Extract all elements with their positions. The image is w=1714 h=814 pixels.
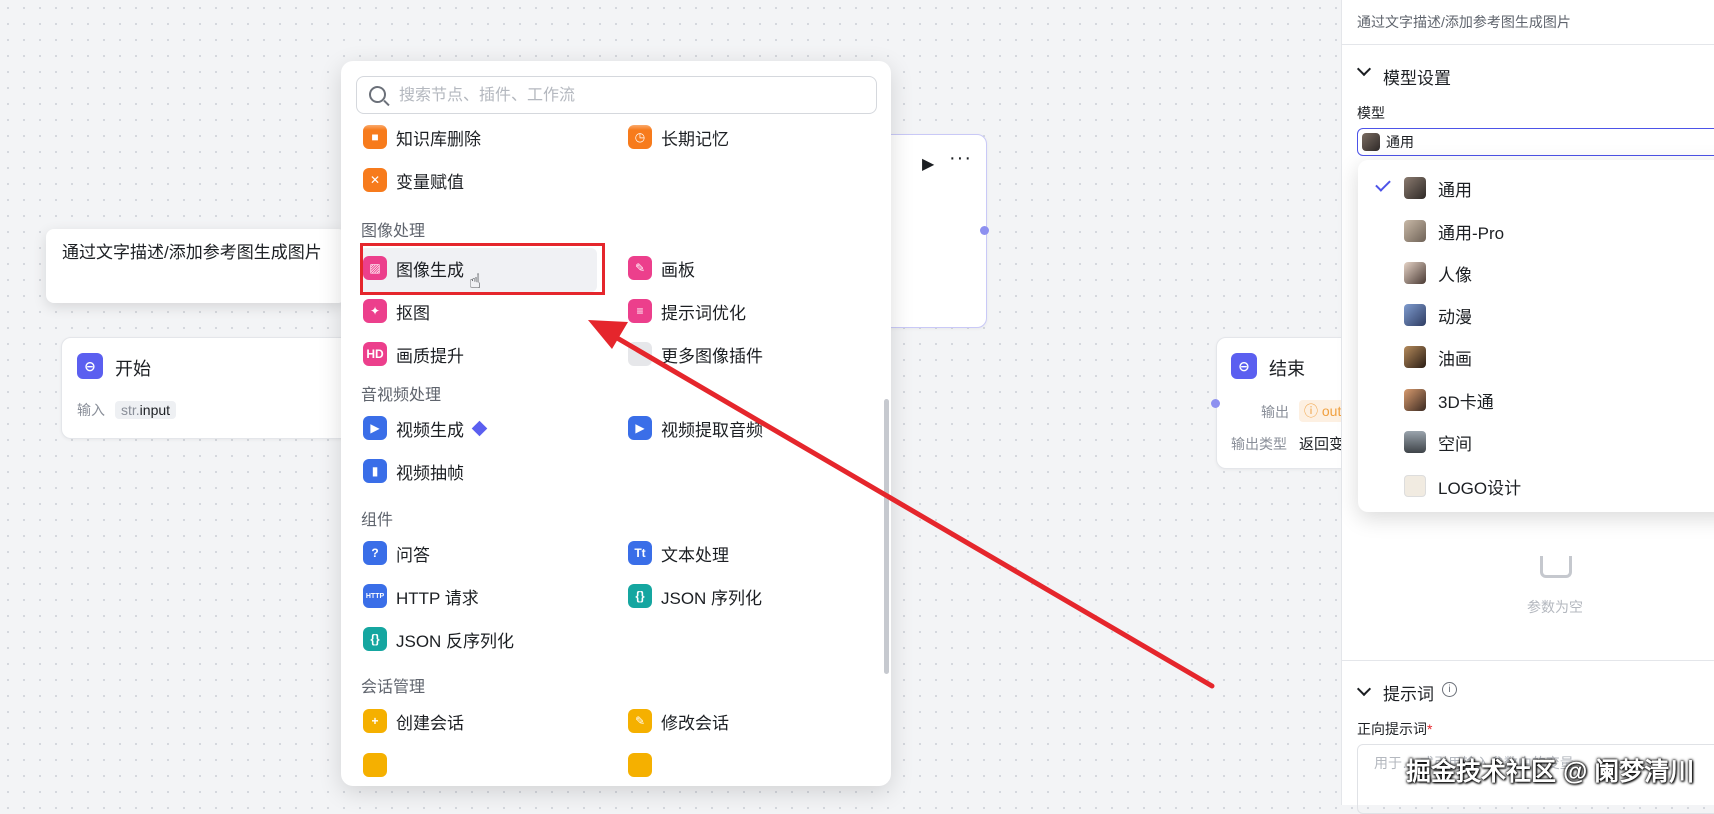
- watermark: 掘金技术社区 @ 阑梦清川: [1406, 758, 1695, 786]
- annotation-arrow: [588, 320, 1215, 689]
